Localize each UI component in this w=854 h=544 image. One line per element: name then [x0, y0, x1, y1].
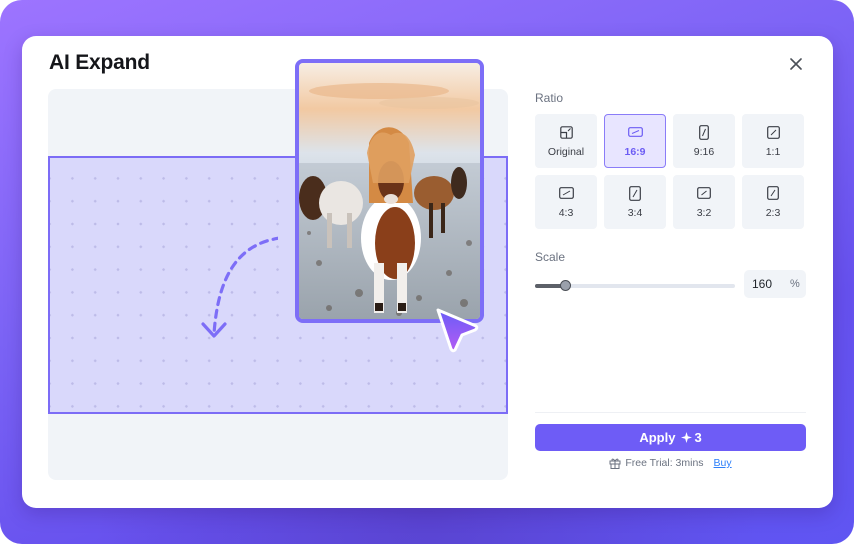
ai-expand-dialog: AI Expand Ratio Original 16:9 9:16 1:1 4…	[22, 36, 833, 508]
sparkle-icon	[681, 432, 693, 443]
ratio-label-1-1: 1:1	[765, 146, 781, 158]
slider-thumb[interactable]	[560, 280, 571, 291]
gift-icon	[609, 458, 621, 469]
ratio-grid: Original 16:9 9:16 1:1 4:3 3:4 3:2 2:3	[535, 114, 806, 229]
ratio-option-16-9[interactable]: 16:9	[604, 114, 666, 168]
apply-label: Apply	[639, 430, 676, 445]
dialog-title: AI Expand	[49, 51, 150, 74]
ratio-label-2-3: 2:3	[765, 207, 781, 219]
dashed-curved-arrow-icon	[201, 236, 278, 338]
divider	[535, 412, 806, 413]
ratio-label-9-16: 9:16	[693, 146, 715, 158]
scale-input[interactable]	[752, 277, 786, 291]
ratio-option-1-1[interactable]: 1:1	[742, 114, 804, 168]
pony-photo	[299, 63, 480, 319]
buy-link[interactable]: Buy	[714, 457, 732, 469]
pointer-cursor-icon	[436, 308, 479, 353]
scale-input-box[interactable]: %	[744, 270, 806, 298]
apply-button[interactable]: Apply 3	[535, 424, 806, 451]
settings-panel: Ratio Original 16:9 9:16 1:1 4:3 3:4 3:2…	[535, 36, 806, 508]
trial-text: Free Trial: 3mins	[625, 457, 704, 469]
scale-slider[interactable]	[535, 280, 735, 292]
ratio-option-9-16[interactable]: 9:16	[673, 114, 735, 168]
ratio-16-9-icon	[627, 124, 643, 140]
ratio-option-2-3[interactable]: 2:3	[742, 175, 804, 229]
percent-unit: %	[790, 278, 800, 290]
ratio-4-3-icon	[558, 185, 574, 201]
apply-cost: 3	[681, 430, 702, 445]
ratio-9-16-icon	[699, 124, 709, 140]
ratio-label-3-4: 3:4	[627, 207, 643, 219]
ratio-option-4-3[interactable]: 4:3	[535, 175, 597, 229]
ratio-option-3-4[interactable]: 3:4	[604, 175, 666, 229]
ratio-label-original: Original	[547, 146, 585, 158]
source-image[interactable]	[295, 59, 484, 323]
ratio-3-4-icon	[629, 185, 641, 201]
ratio-option-original[interactable]: Original	[535, 114, 597, 168]
ratio-label-16-9: 16:9	[624, 146, 646, 158]
free-trial-info: Free Trial: 3mins Buy	[535, 457, 806, 469]
original-ratio-icon	[559, 124, 573, 140]
ratio-label: Ratio	[535, 91, 564, 105]
ratio-2-3-icon	[767, 185, 779, 201]
scale-label: Scale	[535, 250, 566, 264]
ratio-3-2-icon	[697, 185, 711, 201]
apply-cost-value: 3	[694, 430, 702, 445]
ratio-label-3-2: 3:2	[696, 207, 712, 219]
ratio-1-1-icon	[766, 124, 780, 140]
ratio-option-3-2[interactable]: 3:2	[673, 175, 735, 229]
ratio-label-4-3: 4:3	[558, 207, 574, 219]
